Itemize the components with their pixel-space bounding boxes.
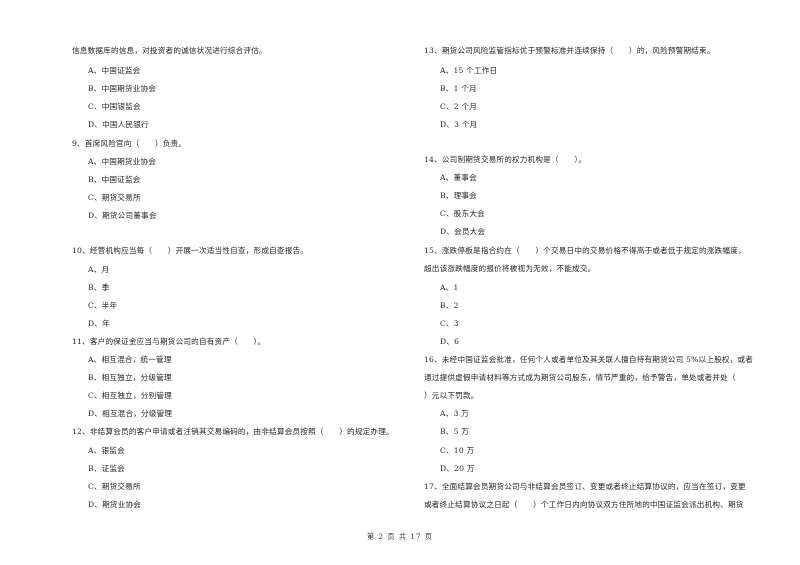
q11-option-c: C、相互独立，分别管理: [88, 391, 172, 400]
q15-option-a: A、1: [440, 283, 459, 292]
question-10: 10、经营机构应当每（ ）开展一次适当性自查，形成自查报告。: [72, 246, 309, 255]
question-17-line-2: 或者终止结算协议之日起（ ）个工作日内向协议双方住所地的中国证监会派出机构、期货: [424, 500, 744, 509]
q12-option-d: D、期货业协会: [88, 500, 142, 509]
q10-option-c: C、半年: [88, 301, 118, 310]
question-16-line-1: 16、未经中国证监会批准，任何个人或者单位及其关联人擅自持有期货公司 5%以上股…: [424, 355, 754, 364]
q12-option-a: A、银监会: [88, 446, 125, 455]
q10-option-b: B、季: [88, 283, 110, 292]
q16-option-d: D、20 万: [440, 464, 475, 473]
q8-option-b: B、中国期货业协会: [88, 84, 157, 93]
q13-option-a: A、15 个工作日: [440, 66, 498, 75]
question-16-line-3: ）元以下罚款。: [424, 391, 479, 400]
q15-option-b: B、2: [440, 301, 459, 310]
q11-option-a: A、相互混合，统一管理: [88, 355, 172, 364]
q13-option-b: B、1 个月: [440, 84, 477, 93]
question-9: 9、首席风险官向（ ）负责。: [72, 139, 187, 148]
q8-option-c: C、中国银监会: [88, 102, 141, 111]
question-8-tail: 信息数据库的信息，对投资者的诚信状况进行综合评估。: [72, 46, 267, 55]
q12-option-b: B、证监会: [88, 464, 125, 473]
question-13: 13、期货公司风险监管指标优于预警标准并连续保持（ ）的，风险预警期结束。: [424, 46, 715, 55]
q9-option-b: B、中国证监会: [88, 175, 141, 184]
question-11: 11、客户的保证金应当与期货公司的自有资产（ ）。: [72, 337, 266, 346]
q14-option-c: C、股东大会: [440, 209, 485, 218]
q8-option-d: D、中国人民银行: [88, 120, 149, 129]
q8-option-a: A、中国证监会: [88, 66, 141, 75]
q9-option-a: A、中国期货业协会: [88, 157, 157, 166]
q16-option-b: B、5 万: [440, 427, 470, 436]
q11-option-b: B、相互独立，分级管理: [88, 373, 172, 382]
q14-option-d: D、会员大会: [440, 227, 486, 236]
q16-option-c: C、10 万: [440, 446, 475, 455]
q11-option-d: D、相互混合，分级管理: [88, 409, 173, 418]
question-14: 14、公司制期货交易所的权力机构是（ ）。: [424, 155, 587, 164]
question-15-line-2: 超出该涨跌幅度的报价将被视为无效，不能成交。: [424, 264, 596, 273]
q13-option-d: D、3 个月: [440, 120, 478, 129]
q9-option-d: D、期货公司董事会: [88, 211, 157, 220]
q13-option-c: C、2 个月: [440, 102, 478, 111]
page-number-footer: 第 2 页 共 17 页: [367, 532, 433, 541]
q15-option-d: D、6: [440, 337, 460, 346]
q14-option-a: A、董事会: [440, 173, 477, 182]
question-17-line-1: 17、全面结算会员期货公司与非结算会员签订、变更或者终止结算协议的，应当在签订，…: [424, 482, 746, 491]
q10-option-a: A、月: [88, 265, 110, 274]
q14-option-b: B、理事会: [440, 191, 477, 200]
q16-option-a: A、3 万: [440, 409, 469, 418]
q9-option-c: C、期货交易所: [88, 193, 141, 202]
q15-option-c: C、3: [440, 319, 459, 328]
q12-option-c: C、期货交易所: [88, 482, 141, 491]
q10-option-d: D、年: [88, 319, 110, 328]
question-16-line-2: 通过提供虚假申请材料等方式成为期货公司股东，情节严重的，给予警告，单处或者并处（: [424, 373, 736, 382]
question-12: 12、非结算会员的客户申请或者注销其交易编码的，由非结算会员按照（ ）的规定办理…: [72, 427, 394, 436]
question-15-line-1: 15、涨跌停板是指合约在（ ）个交易日中的交易价格不得高于或者低于规定的涨跌幅度…: [424, 246, 746, 255]
